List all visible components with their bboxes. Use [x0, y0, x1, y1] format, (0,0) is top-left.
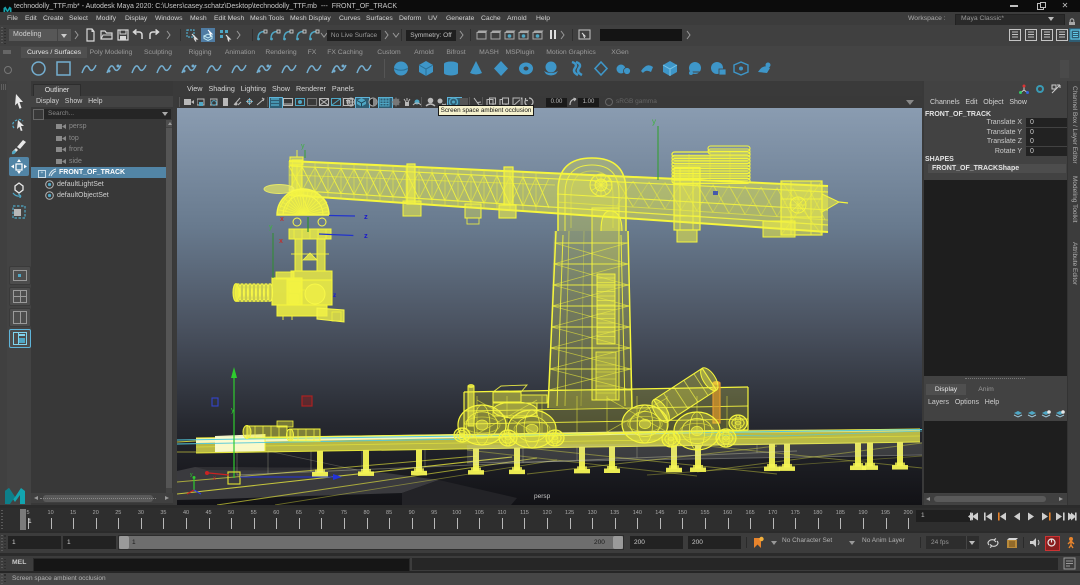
svg-text:y: y — [269, 224, 273, 231]
svg-text:y: y — [652, 117, 656, 126]
svg-text:x: x — [280, 216, 284, 223]
svg-text:x: x — [213, 476, 216, 482]
svg-text:z: z — [364, 212, 368, 221]
svg-text:y: y — [301, 143, 305, 150]
svg-text:y: y — [231, 407, 235, 414]
svg-text:persp: persp — [534, 493, 551, 500]
svg-text:z: z — [364, 231, 368, 240]
svg-text:x: x — [279, 238, 283, 245]
